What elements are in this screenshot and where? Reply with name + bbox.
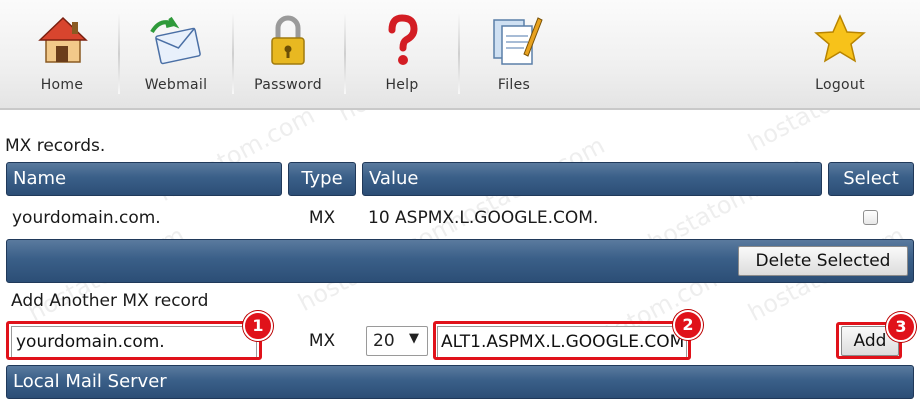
row-value: 10 ASPMX.L.GOOGLE.COM. [368, 208, 599, 228]
toolbar-webmail-label: Webmail [144, 77, 208, 93]
toolbar: Home Webmail Password Help Files Logout [0, 0, 920, 110]
local-mail-server-header[interactable]: Local Mail Server [6, 365, 914, 399]
toolbar-logout-label: Logout [815, 77, 865, 93]
column-header-name: Name [6, 162, 282, 196]
toolbar-home-label: Home [40, 77, 84, 93]
callout-badge-2: 2 [673, 310, 703, 340]
toolbar-help-label: Help [385, 77, 419, 93]
toolbar-webmail[interactable]: Webmail [126, 0, 226, 104]
callout-badge-1: 1 [243, 311, 273, 341]
toolbar-separator [118, 14, 120, 94]
mx-name-input[interactable]: yourdomain.com. [11, 326, 257, 358]
toolbar-separator [232, 14, 234, 94]
add-record-type: MX [308, 331, 336, 351]
toolbar-help[interactable]: Help [352, 0, 452, 104]
toolbar-files[interactable]: Files [464, 0, 564, 104]
delete-selected-button[interactable]: Delete Selected [738, 246, 908, 276]
row-select-checkbox[interactable] [863, 210, 878, 225]
home-icon [32, 10, 92, 70]
toolbar-separator [344, 14, 346, 94]
star-icon [810, 10, 870, 70]
column-header-value: Value [362, 162, 822, 196]
toolbar-logout[interactable]: Logout [790, 0, 890, 104]
toolbar-home[interactable]: Home [12, 0, 112, 104]
column-header-select: Select [828, 162, 914, 196]
row-name: yourdomain.com. [12, 208, 161, 228]
toolbar-files-label: Files [497, 77, 531, 93]
mx-records-title: MX records. [5, 136, 106, 156]
dropdown-arrow-icon: ▼ [409, 331, 419, 346]
toolbar-separator [458, 14, 460, 94]
files-icon [484, 10, 544, 70]
help-icon [372, 10, 432, 70]
row-type: MX [308, 208, 336, 228]
priority-select[interactable]: 20 ▼ [366, 326, 428, 356]
callout-badge-3: 3 [886, 312, 916, 342]
webmail-icon [146, 10, 206, 70]
toolbar-password[interactable]: Password [238, 0, 338, 104]
mx-value-input[interactable]: ALT1.ASPMX.L.GOOGLE.COM. [437, 326, 687, 358]
priority-select-value: 20 [373, 331, 395, 351]
column-header-type: Type [288, 162, 356, 196]
lock-icon [258, 10, 318, 70]
add-record-title: Add Another MX record [11, 291, 209, 311]
toolbar-password-label: Password [254, 77, 322, 93]
